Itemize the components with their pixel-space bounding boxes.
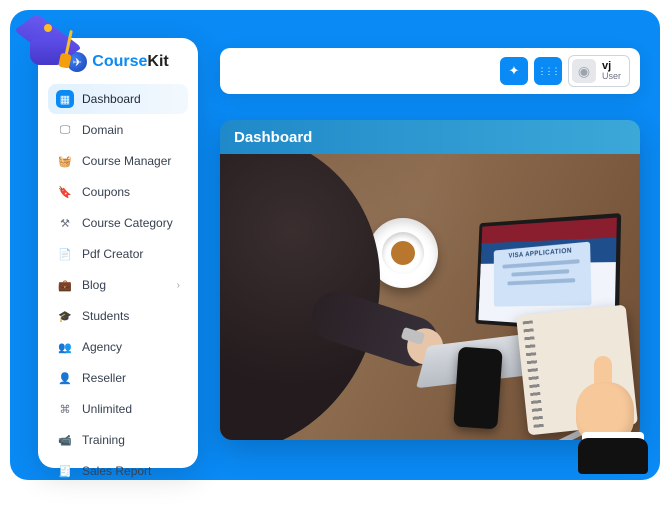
sidebar-item-label: Dashboard [82, 92, 141, 106]
sidebar-item-dashboard[interactable]: ▦ Dashboard [48, 84, 188, 114]
sidebar-item-label: Training [82, 433, 125, 447]
sidebar-item-reseller[interactable]: 👤 Reseller [48, 363, 188, 393]
sidebar-item-blog[interactable]: 💼 Blog › [48, 270, 188, 300]
chevron-right-icon: › [177, 280, 180, 291]
apps-button[interactable]: ⋮⋮⋮ [534, 57, 562, 85]
sidebar-item-label: Blog [82, 278, 106, 292]
video-icon: 📹 [56, 431, 74, 449]
sidebar-item-sales-report[interactable]: 🧾 Sales Report [48, 456, 188, 486]
graduation-cap-decoration [12, 15, 82, 75]
visa-form: VISA APPLICATION [494, 242, 592, 307]
sidebar-item-label: Course Category [82, 216, 173, 230]
graduation-icon: 🎓 [56, 307, 74, 325]
sidebar-item-coupons[interactable]: 🔖 Coupons [48, 177, 188, 207]
file-icon: 📄 [56, 245, 74, 263]
infinity-icon: ⌘ [56, 400, 74, 418]
sidebar-item-pdf-creator[interactable]: 📄 Pdf Creator [48, 239, 188, 269]
sidebar-item-course-manager[interactable]: 🧺 Course Manager [48, 146, 188, 176]
sidebar-item-course-category[interactable]: ⚒ Course Category [48, 208, 188, 238]
avatar: ◉ [572, 59, 596, 83]
sidebar: ✈ CourseKit ▦Dashboard🖵Domain🧺Course Man… [38, 38, 198, 468]
page-title: Dashboard [234, 129, 312, 146]
sidebar-item-label: Unlimited [82, 402, 132, 416]
tag-icon: 🔖 [56, 183, 74, 201]
people-icon: 👥 [56, 338, 74, 356]
apps-icon: ⋮⋮⋮ [537, 66, 558, 77]
sidebar-item-label: Reseller [82, 371, 126, 385]
user-role: User [602, 72, 621, 81]
sidebar-menu: ▦ Dashboard 🖵 Domain 🧺 Course Manager 🔖 Coupons… [48, 84, 188, 486]
sidebar-item-domain[interactable]: 🖵 Domain [48, 115, 188, 145]
pointing-hand-decoration [564, 374, 654, 474]
sliders-icon: ⚒ [56, 214, 74, 232]
sidebar-item-label: Students [82, 309, 129, 323]
sidebar-item-label: Agency [82, 340, 122, 354]
user-meta: vj User [602, 61, 621, 81]
basket-icon: 🧺 [56, 152, 74, 170]
briefcase-icon: 💼 [56, 276, 74, 294]
smartphone [453, 347, 502, 430]
visa-title: VISA APPLICATION [508, 247, 572, 259]
sidebar-item-label: Domain [82, 123, 123, 137]
magic-button[interactable]: ✦ [500, 57, 528, 85]
sidebar-item-unlimited[interactable]: ⌘ Unlimited [48, 394, 188, 424]
sidebar-item-label: Coupons [82, 185, 130, 199]
avatar-icon: ◉ [578, 63, 590, 80]
topbar: ✦ ⋮⋮⋮ ◉ vj User [220, 48, 640, 94]
sidebar-item-label: Pdf Creator [82, 247, 143, 261]
sidebar-item-students[interactable]: 🎓 Students [48, 301, 188, 331]
user-icon: 👤 [56, 369, 74, 387]
sidebar-item-training[interactable]: 📹 Training [48, 425, 188, 455]
grid-icon: ▦ [56, 90, 74, 108]
sidebar-item-label: Sales Report [82, 464, 151, 478]
user-menu[interactable]: ◉ vj User [568, 55, 630, 87]
sidebar-item-agency[interactable]: 👥 Agency [48, 332, 188, 362]
magic-icon: ✦ [509, 63, 520, 79]
sidebar-item-label: Course Manager [82, 154, 171, 168]
monitor-icon: 🖵 [56, 121, 74, 139]
brand-text: CourseKit [92, 53, 168, 71]
report-icon: 🧾 [56, 462, 74, 480]
app-canvas: ✈ CourseKit ▦Dashboard🖵Domain🧺Course Man… [10, 10, 660, 480]
content-header: Dashboard [220, 120, 640, 154]
